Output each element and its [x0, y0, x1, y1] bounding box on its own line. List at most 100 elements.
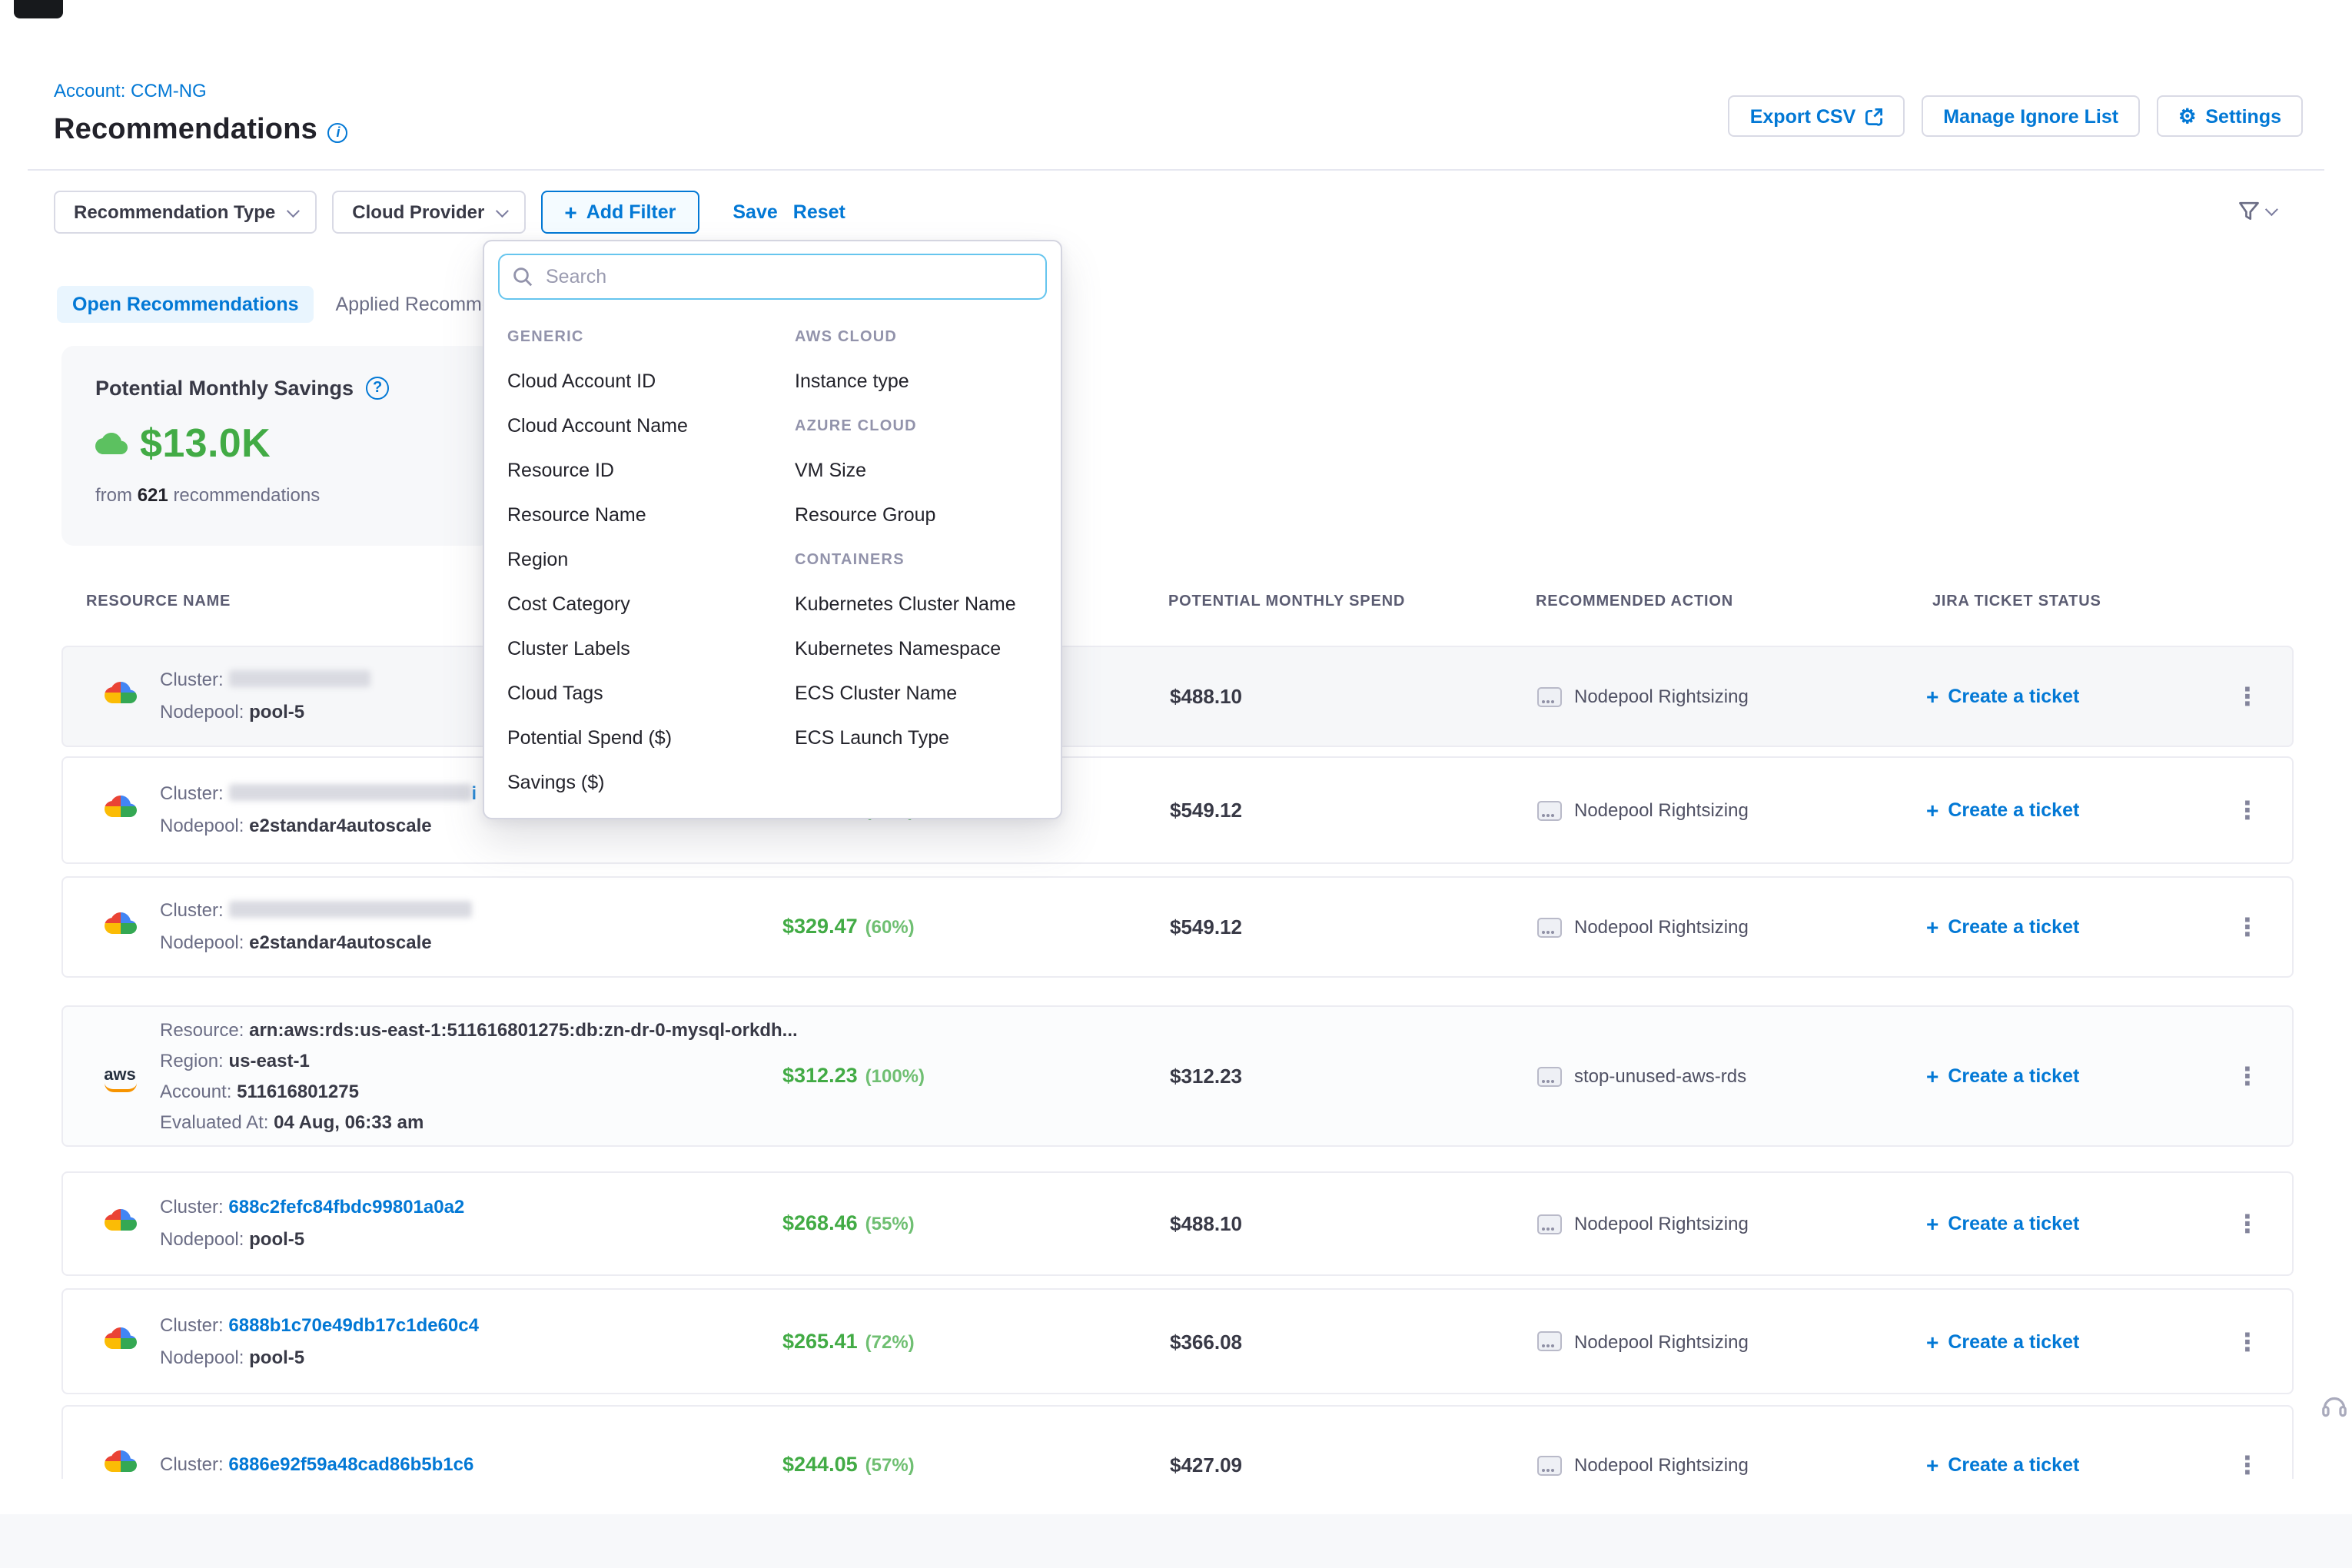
- chevron-down-icon: [287, 204, 300, 218]
- aws-icon: aws: [100, 1060, 140, 1092]
- table-row[interactable]: Cluster: i Nodepool: e2standar4autoscale…: [61, 756, 2294, 864]
- kebab-menu[interactable]: ⋮: [2235, 1327, 2260, 1356]
- gear-icon: ⚙: [2178, 106, 2196, 126]
- table-row[interactable]: Cluster: 6888b1c70e49db17c1de60c4 Nodepo…: [61, 1288, 2294, 1394]
- plus-icon: +: [1926, 686, 1938, 707]
- potential-savings-card: Potential Monthly Savings ? $13.0K from …: [61, 346, 492, 546]
- filter-option[interactable]: Region: [507, 538, 795, 583]
- kebab-menu[interactable]: ⋮: [2235, 682, 2260, 711]
- spend-value: $488.10: [1170, 1212, 1242, 1235]
- filter-option[interactable]: VM Size: [795, 449, 1059, 493]
- filter-option[interactable]: Resource ID: [507, 449, 795, 493]
- gcp-icon: [100, 676, 140, 716]
- filter-option[interactable]: Cloud Account ID: [507, 360, 795, 404]
- gcp-icon: [100, 790, 140, 830]
- cluster-link[interactable]: 6888b1c70e49db17c1de60c4: [228, 1314, 479, 1335]
- plus-icon: +: [1926, 799, 1938, 821]
- info-icon[interactable]: i: [328, 122, 348, 142]
- plus-icon: +: [1926, 916, 1938, 938]
- headset-icon: [2320, 1391, 2349, 1420]
- filter-option[interactable]: Resource Group: [795, 493, 1059, 538]
- add-filter-button[interactable]: + Add Filter: [541, 191, 699, 234]
- reset-filter-button[interactable]: Reset: [793, 201, 845, 223]
- breadcrumb-account[interactable]: Account: CCM-NG: [54, 80, 207, 101]
- table-row[interactable]: aws Resource: arn:aws:rds:us-east-1:5116…: [61, 1005, 2294, 1147]
- create-ticket-button[interactable]: +Create a ticket: [1926, 1065, 2079, 1087]
- filter-option[interactable]: Savings ($): [507, 761, 795, 806]
- filter-option[interactable]: Cluster Labels: [507, 627, 795, 672]
- spend-value: $366.08: [1170, 1330, 1242, 1353]
- rightsizing-icon: [1537, 1214, 1562, 1234]
- kebab-menu[interactable]: ⋮: [2235, 796, 2260, 825]
- screen-notch: [14, 0, 63, 18]
- rightsizing-icon: [1537, 1455, 1562, 1475]
- add-filter-dropdown: GENERIC Cloud Account ID Cloud Account N…: [483, 240, 1062, 819]
- cloud-provider-filter[interactable]: Cloud Provider: [332, 191, 526, 234]
- plus-icon: +: [1926, 1330, 1938, 1352]
- kebab-menu[interactable]: ⋮: [2235, 1061, 2260, 1091]
- filter-option[interactable]: Potential Spend ($): [507, 716, 795, 761]
- green-cloud-icon: [95, 427, 128, 460]
- gcp-icon: [100, 1321, 140, 1361]
- cluster-link[interactable]: 6886e92f59a48cad86b5b1c6: [228, 1453, 473, 1475]
- table-row[interactable]: Cluster: 6886e92f59a48cad86b5b1c6 $244.0…: [61, 1405, 2294, 1479]
- recommended-action: Nodepool Rightsizing: [1537, 799, 1749, 821]
- filter-option[interactable]: Cloud Tags: [507, 672, 795, 716]
- recommended-action: Nodepool Rightsizing: [1537, 1213, 1749, 1234]
- table-row[interactable]: Cluster: 688c2fefc84fbdc99801a0a2 Nodepo…: [61, 1171, 2294, 1276]
- plus-icon: +: [564, 201, 576, 223]
- create-ticket-button[interactable]: +Create a ticket: [1926, 1454, 2079, 1476]
- export-csv-button[interactable]: Export CSV: [1729, 95, 1905, 137]
- create-ticket-button[interactable]: +Create a ticket: [1926, 1213, 2079, 1234]
- kebab-menu[interactable]: ⋮: [2235, 1450, 2260, 1479]
- redacted-value: [228, 670, 370, 687]
- spend-value: $549.12: [1170, 799, 1242, 822]
- filter-panel-toggle[interactable]: [2237, 198, 2275, 223]
- gcp-icon: [100, 1445, 140, 1479]
- savings-value: $265.41: [782, 1329, 858, 1352]
- filter-option[interactable]: ECS Launch Type: [795, 716, 1059, 761]
- spend-value: $488.10: [1170, 685, 1242, 708]
- filter-option[interactable]: Kubernetes Namespace: [795, 627, 1059, 672]
- funnel-icon: [2237, 198, 2261, 223]
- tab-open-recommendations[interactable]: Open Recommendations: [57, 286, 314, 323]
- recommendation-type-filter[interactable]: Recommendation Type: [54, 191, 317, 234]
- savings-value: $329.47: [782, 915, 858, 938]
- col-resource-name: RESOURCE NAME: [86, 593, 231, 610]
- chevron-down-icon: [496, 204, 509, 218]
- create-ticket-button[interactable]: +Create a ticket: [1926, 799, 2079, 821]
- filter-option[interactable]: Instance type: [795, 360, 1059, 404]
- col-recommended-action: RECOMMENDED ACTION: [1536, 593, 1733, 610]
- create-ticket-button[interactable]: +Create a ticket: [1926, 686, 2079, 707]
- help-button[interactable]: [2320, 1391, 2349, 1428]
- recommended-action: Nodepool Rightsizing: [1537, 686, 1749, 707]
- section-heading-azure: AZURE CLOUD: [795, 404, 1059, 449]
- filter-search-input[interactable]: [498, 254, 1047, 300]
- filter-option[interactable]: Resource Name: [507, 493, 795, 538]
- spend-value: $312.23: [1170, 1065, 1242, 1088]
- filter-option[interactable]: Kubernetes Cluster Name: [795, 583, 1059, 627]
- plus-icon: +: [1926, 1065, 1938, 1087]
- save-filter-button[interactable]: Save: [733, 201, 777, 223]
- cluster-link[interactable]: 688c2fefc84fbdc99801a0a2: [228, 1196, 464, 1218]
- create-ticket-button[interactable]: +Create a ticket: [1926, 916, 2079, 938]
- savings-value: $312.23: [782, 1064, 858, 1087]
- filter-option[interactable]: Cloud Account Name: [507, 404, 795, 449]
- table-row[interactable]: Cluster: Nodepool: pool-5 $488.10 Nodepo…: [61, 646, 2294, 747]
- savings-amount: $13.0K: [140, 420, 271, 467]
- filter-option[interactable]: Cost Category: [507, 583, 795, 627]
- create-ticket-button[interactable]: +Create a ticket: [1926, 1330, 2079, 1352]
- kebab-menu[interactable]: ⋮: [2235, 912, 2260, 942]
- settings-button[interactable]: ⚙ Settings: [2157, 95, 2303, 137]
- footer-strip: [0, 1514, 2352, 1568]
- table-row[interactable]: Cluster: Nodepool: e2standar4autoscale $…: [61, 876, 2294, 978]
- filter-option[interactable]: ECS Cluster Name: [795, 672, 1059, 716]
- search-icon: [512, 266, 533, 287]
- col-jira-status: JIRA TICKET STATUS: [1932, 593, 2101, 610]
- section-heading-aws: AWS CLOUD: [795, 315, 1059, 360]
- question-icon[interactable]: ?: [366, 377, 389, 400]
- kebab-menu[interactable]: ⋮: [2235, 1209, 2260, 1238]
- manage-ignore-list-button[interactable]: Manage Ignore List: [1922, 95, 2140, 137]
- page-title: Recommendations: [54, 114, 317, 148]
- rightsizing-icon: [1537, 1066, 1562, 1086]
